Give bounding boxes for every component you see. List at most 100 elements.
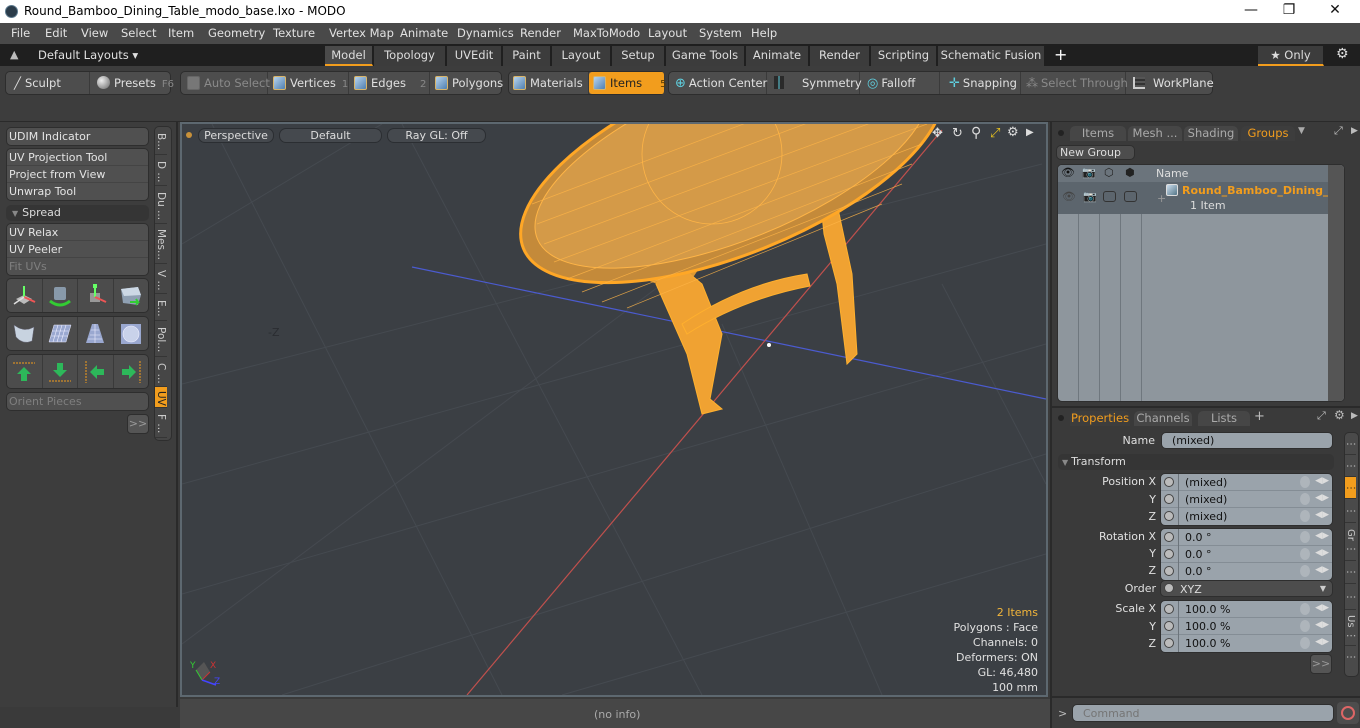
side-tab-gr[interactable]: Gr ⋮ xyxy=(1345,523,1356,561)
tab-layout[interactable]: Layout xyxy=(552,46,611,66)
tab-setup[interactable]: Setup xyxy=(612,46,665,66)
slider-arrows-icon[interactable]: ◀▶ xyxy=(1315,476,1329,486)
fit-uvs-button[interactable]: Fit UVs xyxy=(7,258,148,275)
align-right-button[interactable] xyxy=(114,355,149,388)
symmetry-button[interactable]: Symmetry xyxy=(768,72,862,94)
tab-mesh[interactable]: Mesh ... xyxy=(1128,126,1182,141)
tab-properties[interactable]: Properties xyxy=(1070,411,1130,426)
group-row[interactable]: 👁 📷 + Round_Bamboo_Dining_T... 1 Item xyxy=(1058,182,1344,214)
gear-icon[interactable]: ⚙ xyxy=(1336,46,1349,62)
presets-button[interactable]: Presets F6 xyxy=(91,72,174,94)
render-header-icon[interactable]: 📷 xyxy=(1082,166,1096,179)
list-scrollbar[interactable] xyxy=(1328,165,1344,401)
anim-key-dot[interactable] xyxy=(1164,583,1174,593)
anim-key-dot[interactable] xyxy=(1164,566,1174,576)
position-x-field[interactable]: (mixed) ◀▶ xyxy=(1161,474,1332,491)
side-tab-2[interactable]: ⋮ xyxy=(1345,455,1356,477)
side-tab-us[interactable]: Us ⋮ xyxy=(1345,610,1356,646)
menu-help[interactable]: Help xyxy=(751,26,777,40)
order-dropdown[interactable]: XYZ ▼ xyxy=(1160,580,1333,597)
uv-relax-button[interactable]: UV Relax xyxy=(7,224,148,241)
vtab-d[interactable]: D ... xyxy=(155,155,167,186)
collapse-up-icon[interactable]: ▲ xyxy=(10,48,18,61)
tab-animate[interactable]: Animate xyxy=(746,46,809,66)
row-select-checkbox[interactable] xyxy=(1124,191,1137,202)
unwrap-tool-button[interactable]: Unwrap Tool xyxy=(7,183,148,200)
panel-arrow-icon[interactable]: ▶ xyxy=(1351,126,1358,136)
only-toggle[interactable]: ★ Only xyxy=(1258,46,1324,66)
vtab-du[interactable]: Du ... xyxy=(155,186,167,224)
vertices-button[interactable]: Vertices 1 xyxy=(269,72,349,94)
viewport-options-dot[interactable] xyxy=(186,132,192,138)
visibility-header-icon[interactable]: 👁 xyxy=(1061,166,1075,179)
project-from-view-button[interactable]: Project from View xyxy=(7,166,148,183)
tab-channels[interactable]: Channels xyxy=(1134,411,1192,426)
fit-view-icon[interactable]: ⤢ xyxy=(990,126,1000,141)
props-gear-icon[interactable]: ⚙ xyxy=(1334,408,1345,422)
tab-scripting[interactable]: Scripting xyxy=(871,46,937,66)
menu-view[interactable]: View xyxy=(81,26,108,40)
pan-icon[interactable]: ✥ xyxy=(932,126,943,141)
uv-projection-tool-button[interactable]: UV Projection Tool xyxy=(7,149,148,166)
align-left-button[interactable] xyxy=(78,355,114,388)
add-panel-tab-button[interactable]: + xyxy=(1254,409,1265,424)
side-tab-3[interactable]: ⋮ xyxy=(1345,477,1356,499)
position-z-field[interactable]: (mixed) ◀▶ xyxy=(1161,508,1332,525)
tab-schematic-fusion[interactable]: Schematic Fusion xyxy=(938,46,1045,66)
anim-key-dot[interactable] xyxy=(1164,638,1174,648)
tab-model[interactable]: Model xyxy=(325,46,373,66)
scale-y-field[interactable]: 100.0 % ◀▶ xyxy=(1161,618,1332,635)
uv-transform-tool[interactable] xyxy=(114,279,149,312)
vtab-v[interactable]: V ... xyxy=(155,264,167,294)
slider-arrows-icon[interactable]: ◀▶ xyxy=(1315,493,1329,503)
tab-render[interactable]: Render xyxy=(810,46,870,66)
anim-key-dot[interactable] xyxy=(1164,549,1174,559)
slider-arrows-icon[interactable]: ◀▶ xyxy=(1315,603,1329,613)
side-tab-4[interactable]: ⋮ xyxy=(1345,499,1356,523)
tab-groups[interactable]: Groups xyxy=(1241,126,1295,141)
layouts-dropdown[interactable]: Default Layouts ▾ xyxy=(38,48,138,62)
select-header-icon[interactable]: ⬢ xyxy=(1125,166,1135,179)
materials-button[interactable]: Materials xyxy=(509,72,589,94)
slider-arrows-icon[interactable]: ◀▶ xyxy=(1315,548,1329,558)
falloff-button[interactable]: ◎ Falloff xyxy=(861,72,940,94)
slider-arrows-icon[interactable]: ◀▶ xyxy=(1315,565,1329,575)
menu-edit[interactable]: Edit xyxy=(45,26,67,40)
vtab-c[interactable]: C ... xyxy=(155,357,167,387)
menu-vertex-map[interactable]: Vertex Map xyxy=(329,26,394,40)
uv-peeler-button[interactable]: UV Peeler xyxy=(7,241,148,258)
uv-bend-tool[interactable] xyxy=(7,317,43,350)
tabs-dropdown-icon[interactable]: ▼ xyxy=(1298,126,1305,136)
close-button[interactable]: ✕ xyxy=(1320,2,1350,20)
name-field[interactable]: (mixed) xyxy=(1161,432,1333,449)
tab-game-tools[interactable]: Game Tools xyxy=(666,46,745,66)
vtab-b[interactable]: B... xyxy=(155,127,167,155)
expand-plus-icon[interactable]: + xyxy=(1157,192,1166,205)
minimize-button[interactable]: — xyxy=(1236,2,1266,20)
anim-key-dot[interactable] xyxy=(1164,532,1174,542)
record-macro-button[interactable] xyxy=(1337,702,1359,724)
zoom-view-icon[interactable]: ⚲ xyxy=(971,125,981,141)
group-name[interactable]: Round_Bamboo_Dining_T... xyxy=(1182,184,1344,197)
maximize-props-icon[interactable]: ⤢ xyxy=(1317,409,1326,423)
vtab-mes[interactable]: Mes... xyxy=(155,224,167,264)
uv-scale-tool[interactable] xyxy=(78,279,114,312)
vtab-uv[interactable]: UV xyxy=(155,387,167,408)
polygons-button[interactable]: Polygons xyxy=(431,72,503,94)
more-tools-button[interactable]: >> xyxy=(127,414,149,434)
tab-uvedit[interactable]: UVEdit xyxy=(447,46,502,66)
anim-key-dot[interactable] xyxy=(1164,604,1174,614)
anim-key-dot[interactable] xyxy=(1164,511,1174,521)
maximize-button[interactable]: ❐ xyxy=(1274,2,1304,20)
menu-select[interactable]: Select xyxy=(121,26,156,40)
uv-sphere-tool[interactable] xyxy=(114,317,149,350)
auto-select-button[interactable]: Auto Select xyxy=(181,72,270,94)
rotation-z-field[interactable]: 0.0 ° ◀▶ xyxy=(1161,563,1332,580)
slider-arrows-icon[interactable]: ◀▶ xyxy=(1315,510,1329,520)
select-through-button[interactable]: ⁂ Select Through xyxy=(1022,72,1128,94)
side-tab-6[interactable]: ⋮ xyxy=(1345,561,1356,584)
scale-z-field[interactable]: 100.0 % ◀▶ xyxy=(1161,635,1332,652)
more-props-button[interactable]: >> xyxy=(1310,654,1332,674)
slider-arrows-icon[interactable]: ◀▶ xyxy=(1315,620,1329,630)
menu-maxtomodo[interactable]: MaxToModo xyxy=(573,26,640,40)
